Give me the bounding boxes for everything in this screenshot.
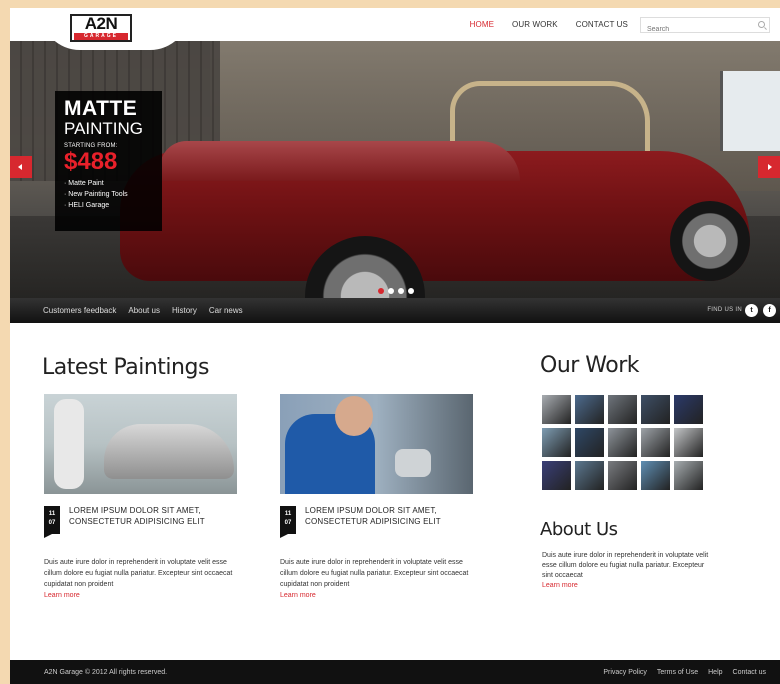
hero-slider: MATTE PAINTING STARTING FROM: $488 Matte… xyxy=(10,41,780,298)
about-us-heading: About Us xyxy=(540,519,618,540)
sub-nav-customers-feedback[interactable]: Customers feedback xyxy=(43,306,116,315)
slider-pagination xyxy=(378,288,414,294)
sub-nav-links: Customers feedback About us History Car … xyxy=(43,306,243,315)
copyright-text: A2N Garage © 2012 All rights reserved. xyxy=(44,669,168,676)
work-thumbnail[interactable] xyxy=(575,395,604,424)
slider-dot[interactable] xyxy=(398,288,404,294)
work-thumbnail[interactable] xyxy=(641,395,670,424)
post-image[interactable] xyxy=(44,394,237,494)
facebook-icon[interactable]: f xyxy=(763,304,776,317)
promo-feature: Matte Paint xyxy=(64,178,153,189)
post-date-month: 07 xyxy=(284,520,292,526)
slider-dot[interactable] xyxy=(408,288,414,294)
about-learn-more-link[interactable]: Learn more xyxy=(542,582,578,589)
work-thumbnail[interactable] xyxy=(542,428,571,457)
promo-feature: HELI Garage xyxy=(64,200,153,211)
work-thumbnail[interactable] xyxy=(674,428,703,457)
work-thumbnail[interactable] xyxy=(608,428,637,457)
footer-terms-of-use[interactable]: Terms of Use xyxy=(657,669,698,676)
post-date-day: 11 xyxy=(48,511,56,517)
work-thumbnail[interactable] xyxy=(575,461,604,490)
logo-text: A2N xyxy=(84,14,118,33)
search-box xyxy=(640,17,770,37)
hero-car-rear-wheel xyxy=(670,201,750,281)
work-thumbnail[interactable] xyxy=(641,428,670,457)
post-title[interactable]: LOREM IPSUM DOLOR SIT AMET, CONSECTETUR … xyxy=(305,505,473,527)
learn-more-link[interactable]: Learn more xyxy=(280,592,316,599)
slider-prev-arrow-icon[interactable] xyxy=(10,156,32,178)
post-date-badge: 11 07 xyxy=(280,506,296,538)
post-card: 11 07 LOREM IPSUM DOLOR SIT AMET, CONSEC… xyxy=(44,394,237,599)
our-work-heading: Our Work xyxy=(540,353,640,378)
promo-title: MATTE xyxy=(64,97,138,120)
find-us-label: FIND US IN xyxy=(707,307,742,313)
sub-nav-about-us[interactable]: About us xyxy=(128,306,160,315)
page: A2N GARAGE HOME OUR WORK CONTACT US MATT… xyxy=(10,8,780,684)
work-thumbnail[interactable] xyxy=(608,461,637,490)
sub-nav-history[interactable]: History xyxy=(172,306,197,315)
footer: A2N Garage © 2012 All rights reserved. P… xyxy=(10,660,780,684)
post-date-day: 11 xyxy=(284,511,292,517)
footer-links: Privacy Policy Terms of Use Help Contact… xyxy=(603,669,766,676)
footer-help[interactable]: Help xyxy=(708,669,722,676)
footer-contact-us[interactable]: Contact us xyxy=(733,669,766,676)
work-thumbnail[interactable] xyxy=(542,461,571,490)
promo-subtitle: PAINTING xyxy=(64,119,144,138)
nav-contact-us[interactable]: CONTACT US xyxy=(576,20,628,29)
main-nav: HOME OUR WORK CONTACT US xyxy=(470,20,628,29)
latest-paintings-heading: Latest Paintings xyxy=(42,355,209,380)
work-thumbnail[interactable] xyxy=(641,461,670,490)
post-title[interactable]: LOREM IPSUM DOLOR SIT AMET, CONSECTETUR … xyxy=(69,505,237,527)
about-us-text: Duis aute irure dolor in reprehenderit i… xyxy=(542,552,709,579)
image-worker-head xyxy=(335,396,373,436)
logo-tab: A2N GARAGE xyxy=(40,8,190,50)
work-thumbnail[interactable] xyxy=(608,395,637,424)
nav-our-work[interactable]: OUR WORK xyxy=(512,20,558,29)
promo-price: $488 xyxy=(64,148,118,175)
work-thumbnail-grid xyxy=(542,395,703,490)
nav-home[interactable]: HOME xyxy=(470,20,494,29)
footer-privacy-policy[interactable]: Privacy Policy xyxy=(603,669,647,676)
slider-dot[interactable] xyxy=(378,288,384,294)
twitter-icon[interactable]: t xyxy=(745,304,758,317)
work-thumbnail[interactable] xyxy=(575,428,604,457)
post-image[interactable] xyxy=(280,394,473,494)
work-thumbnail[interactable] xyxy=(674,395,703,424)
search-input[interactable] xyxy=(641,22,751,37)
image-car-figure xyxy=(104,424,234,479)
sub-nav-car-news[interactable]: Car news xyxy=(209,306,243,315)
post-date-month: 07 xyxy=(48,520,56,526)
post-card: 11 07 LOREM IPSUM DOLOR SIT AMET, CONSEC… xyxy=(280,394,473,599)
post-excerpt: Duis aute irure dolor in reprehenderit i… xyxy=(280,559,469,588)
image-painter-figure xyxy=(54,399,84,489)
post-date-badge: 11 07 xyxy=(44,506,60,538)
slider-next-arrow-icon[interactable] xyxy=(758,156,780,178)
logo-subtext: GARAGE xyxy=(74,33,128,40)
hero-window xyxy=(720,71,780,151)
work-thumbnail[interactable] xyxy=(542,395,571,424)
image-spray-gun xyxy=(395,449,431,477)
sub-navigation: Customers feedback About us History Car … xyxy=(10,298,780,323)
hero-car-hood xyxy=(160,141,520,181)
logo[interactable]: A2N GARAGE xyxy=(70,14,132,42)
promo-box: MATTE PAINTING STARTING FROM: $488 Matte… xyxy=(55,91,162,231)
slider-dot[interactable] xyxy=(388,288,394,294)
work-thumbnail[interactable] xyxy=(674,461,703,490)
post-excerpt: Duis aute irure dolor in reprehenderit i… xyxy=(44,559,233,588)
header: A2N GARAGE HOME OUR WORK CONTACT US xyxy=(10,8,780,50)
search-icon[interactable] xyxy=(758,21,765,28)
promo-features: Matte Paint New Painting Tools HELI Gara… xyxy=(64,178,153,211)
learn-more-link[interactable]: Learn more xyxy=(44,592,80,599)
promo-feature: New Painting Tools xyxy=(64,189,153,200)
